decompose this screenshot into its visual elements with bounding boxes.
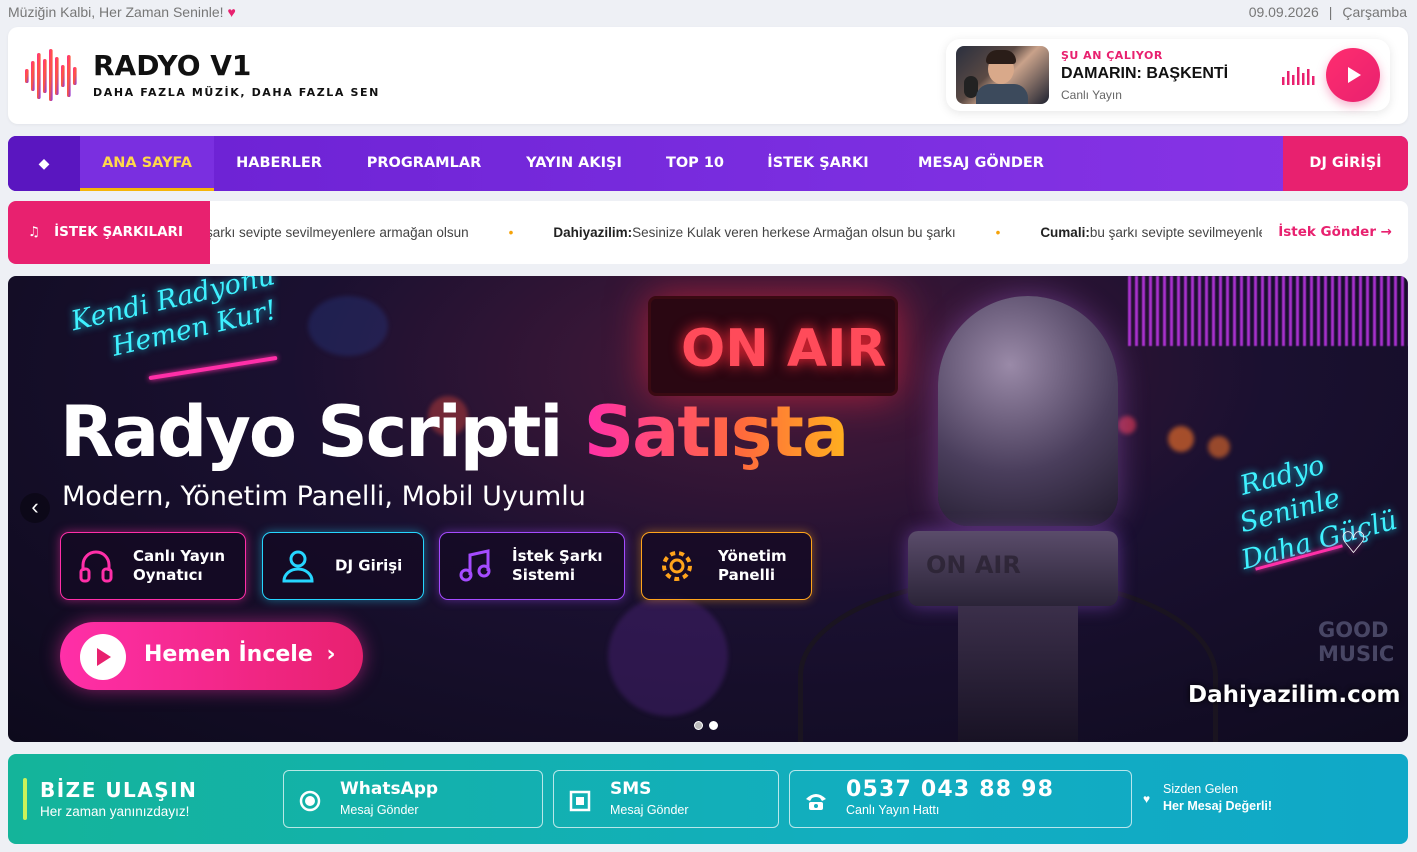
nav-item-mesaj-gonder[interactable]: MESAJ GÖNDER <box>890 136 1072 191</box>
brand-name[interactable]: RADYO V1 <box>93 49 251 82</box>
heart-icon: ♡ <box>1340 527 1367 560</box>
feature-dj-login: DJ Girişi <box>262 532 424 600</box>
nav-item-programlar[interactable]: PROGRAMLAR <box>344 136 504 191</box>
ticker-badge-label: İSTEK ŞARKILARI <box>54 224 183 240</box>
contact-note: ♥ Sizden Gelen Her Mesaj Değerli! <box>1143 781 1273 815</box>
top-bar: Müziğin Kalbi, Her Zaman Seninle! ♥ 09.0… <box>0 0 1417 24</box>
music-note-icon: ♫ <box>28 224 41 240</box>
equalizer-icon <box>1282 67 1315 85</box>
cta-label: Hemen İncele <box>144 642 313 667</box>
slider-dots <box>694 717 724 735</box>
date-display: 09.09.2026 | Çarşamba <box>1249 4 1407 20</box>
hero-cta-button[interactable]: Hemen İncele › <box>60 622 363 690</box>
sms-subtitle: Mesaj Gönder <box>610 803 689 817</box>
main-nav: ◆ ANA SAYFA HABERLER PROGRAMLAR YAYIN AK… <box>8 136 1408 191</box>
now-playing-title: DAMARIN: BAŞKENTİ <box>1061 65 1229 82</box>
note-line-2: Her Mesaj Değerli! <box>1163 799 1273 813</box>
phone-subtitle: Canlı Yayın Hattı <box>846 803 940 817</box>
contact-title: BİZE ULAŞIN <box>40 778 198 802</box>
day-text: Çarşamba <box>1342 4 1407 20</box>
hero-script-right: Radyo Seninle Daha Güçlü <box>1236 449 1401 576</box>
hero-title: Radyo Scripti Satışta <box>60 391 849 473</box>
sms-title: SMS <box>610 779 652 799</box>
send-request-link[interactable]: İstek Gönder → <box>1278 201 1392 264</box>
headphones-icon <box>79 550 113 583</box>
whatsapp-title: WhatsApp <box>340 779 439 799</box>
date-text: 09.09.2026 <box>1248 4 1319 20</box>
mic-band: ON AIR <box>908 531 1118 606</box>
play-icon <box>1348 67 1361 83</box>
tagline-text: Müziğin Kalbi, Her Zaman Seninle! <box>8 4 224 20</box>
now-playing-card: ŞU AN ÇALIYOR DAMARIN: BAŞKENTİ Canlı Ya… <box>946 39 1390 111</box>
script-underline <box>148 355 278 381</box>
nav-item-istek-sarki[interactable]: İSTEK ŞARKI <box>746 136 890 191</box>
tagline: Müziğin Kalbi, Her Zaman Seninle! ♥ <box>8 4 236 20</box>
whatsapp-button[interactable]: WhatsApp Mesaj Gönder <box>283 770 543 828</box>
nav-item-haberler[interactable]: HABERLER <box>214 136 344 191</box>
feature-admin-panel: Yönetim Panelli <box>641 532 812 600</box>
ticker-message: Cumali:bu şarkı sevipte sevilmeyenlere <box>1040 225 1262 240</box>
mic-body <box>958 606 1078 742</box>
ticker-message: Dahiyazilim:Sesinize Kulak veren herkese… <box>553 225 956 240</box>
ticker-message: şarkı sevipte sevilmeyenlere armağan ols… <box>210 225 469 240</box>
sms-icon <box>569 790 591 812</box>
feature-song-request: İstek Şarkı Sistemi <box>439 532 625 600</box>
user-icon <box>282 550 314 583</box>
whatsapp-subtitle: Mesaj Gönder <box>340 803 419 817</box>
play-icon <box>80 634 126 680</box>
play-button[interactable] <box>1326 48 1380 102</box>
now-playing-subtitle: Canlı Yayın <box>1061 88 1122 102</box>
ticker-bullet: • <box>508 225 514 240</box>
slider-dot-active[interactable] <box>709 721 718 730</box>
whatsapp-icon <box>299 790 321 812</box>
microphone-image <box>938 296 1118 526</box>
gear-icon <box>662 551 692 581</box>
nav-item-top-10[interactable]: TOP 10 <box>644 136 746 191</box>
phone-button[interactable]: 0537 043 88 98 Canlı Yayın Hattı <box>789 770 1132 828</box>
hero-subtitle: Modern, Yönetim Panelli, Mobil Uyumlu <box>62 481 586 512</box>
note-line-1: Sizden Gelen <box>1163 782 1239 796</box>
contact-bar: BİZE ULAŞIN Her zaman yanınızdayız! What… <box>8 754 1408 844</box>
music-note-icon <box>459 549 491 582</box>
contact-subtitle: Her zaman yanınızdayız! <box>40 804 190 819</box>
brand-slogan: DAHA FAZLA MÜZİK, DAHA FAZLA SEN <box>93 86 380 99</box>
on-air-sign: ON AIR <box>648 296 898 396</box>
date-separator: | <box>1328 4 1333 20</box>
heart-icon: ♥ <box>227 4 236 20</box>
hero-domain-text: Dahiyazilim.com <box>1188 682 1401 708</box>
hero-script-heading: Kendi Radyonu Hemen Kur! <box>68 276 280 363</box>
sms-button[interactable]: SMS Mesaj Gönder <box>553 770 779 828</box>
phone-number: 0537 043 88 98 <box>846 777 1055 802</box>
logo-waveform-icon[interactable] <box>24 47 82 103</box>
site-header: RADYO V1 DAHA FAZLA MÜZİK, DAHA FAZLA SE… <box>8 27 1408 124</box>
slider-dot[interactable] <box>694 721 703 730</box>
ticker-badge: ♫ İSTEK ŞARKILARI <box>8 201 210 264</box>
hero-slider[interactable]: ON AIR ON AIR Kendi Radyonu Hemen Kur! Ra… <box>8 276 1408 742</box>
dj-login-button[interactable]: DJ GİRİŞİ <box>1283 136 1408 191</box>
nav-item-ana-sayfa[interactable]: ANA SAYFA <box>80 136 214 191</box>
ticker-messages: şarkı sevipte sevilmeyenlere armağan ols… <box>210 201 1262 264</box>
sound-wave-decoration <box>1128 276 1408 346</box>
ticker-bullet: • <box>995 225 1001 240</box>
now-playing-label: ŞU AN ÇALIYOR <box>1061 49 1163 62</box>
request-ticker: ♫ İSTEK ŞARKILARI şarkı sevipte sevilmeye… <box>8 201 1408 264</box>
chevron-right-icon: › <box>326 642 336 667</box>
nav-home-icon[interactable]: ◆ <box>8 136 80 191</box>
nav-item-yayin-akisi[interactable]: YAYIN AKIŞI <box>504 136 644 191</box>
heart-icon: ♥ <box>1143 792 1151 806</box>
now-playing-artwork <box>956 46 1049 104</box>
phone-icon <box>806 794 826 810</box>
accent-line <box>23 778 27 820</box>
feature-live-player: Canlı Yayın Oynatıcı <box>60 532 246 600</box>
slider-prev-button[interactable]: ‹ <box>20 493 50 523</box>
good-music-sign: GOOD MUSIC <box>1318 618 1395 666</box>
